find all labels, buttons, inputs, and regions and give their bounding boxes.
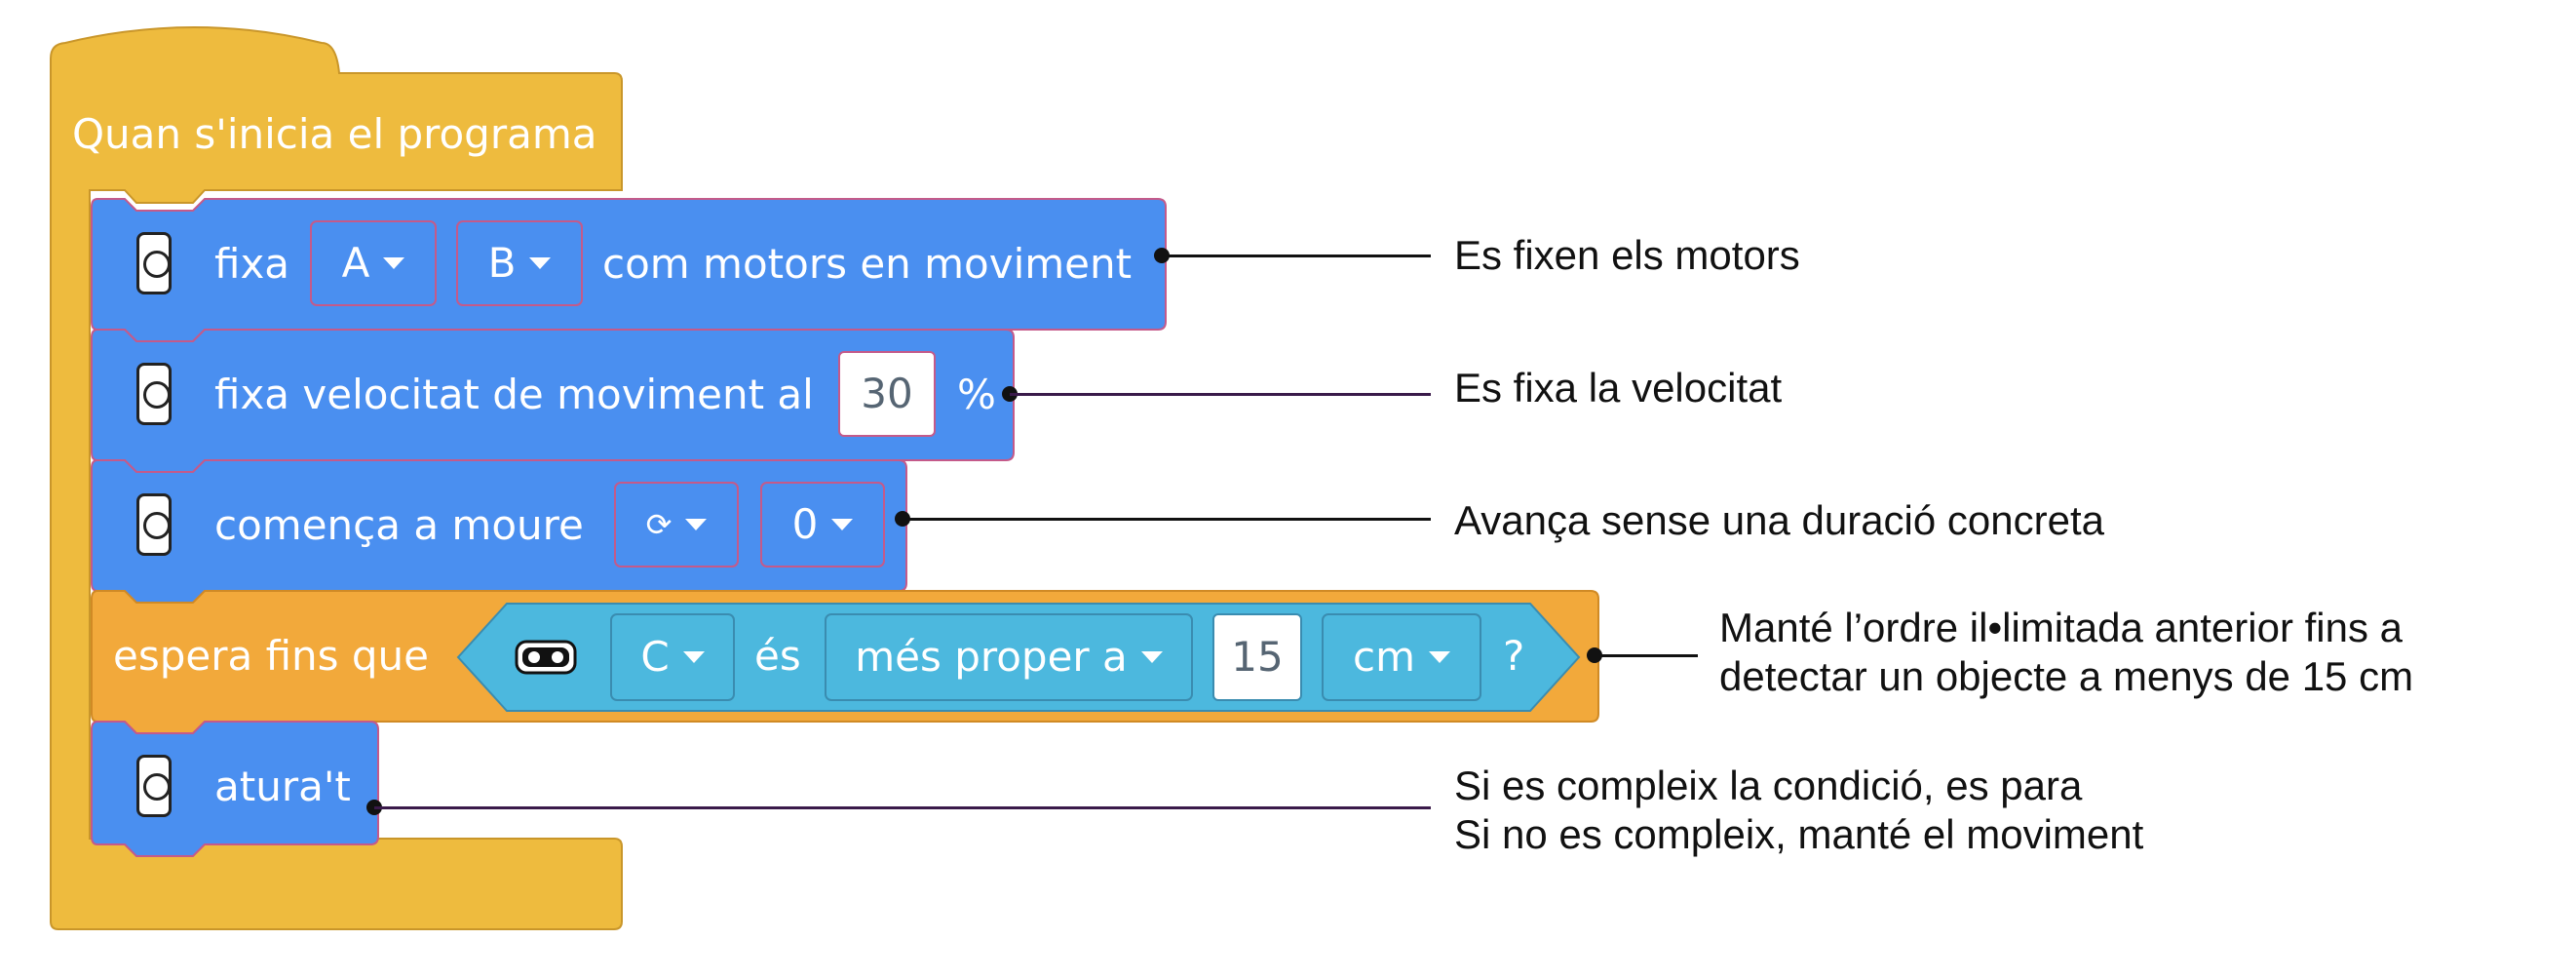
rotate-icon: ⟳ [645,506,673,543]
chevron-down-icon [685,519,708,530]
port-a-value: A [341,239,370,287]
hat-label: Quan s'inicia el programa [72,110,597,158]
unit-value: cm [1352,633,1415,681]
start-move-label: comença a moure [214,501,584,549]
leader-line [1595,654,1698,657]
chevron-down-icon [529,257,552,269]
chevron-down-icon [831,519,854,530]
annotation-set-speed: Es fixa la velocitat [1454,365,1783,411]
leader-line [374,806,1431,809]
comparison-dropdown[interactable]: més proper a [825,613,1193,701]
steering-dropdown[interactable]: 0 [760,482,885,568]
speed-unit: % [957,371,996,418]
port-b-value: B [487,239,517,287]
annotation-set-motors: Es fixen els motors [1454,232,1800,278]
move-hub-icon [136,232,172,294]
stop-label: atura't [214,763,351,810]
sensor-port-dropdown[interactable]: C [610,613,735,701]
leader-line [903,518,1431,521]
leader-line [1162,255,1431,257]
unit-dropdown[interactable]: cm [1322,613,1481,701]
port-a-dropdown[interactable]: A [310,220,437,306]
set-motors-label: fixa [214,240,290,288]
annotation-wait-line-2: detectar un objecte a menys de 15 cm [1719,653,2414,699]
diagram: Quan s'inicia el programa fixa A B com m… [0,0,2576,979]
annotation-stop-line-1: Si es compleix la condició, es para [1454,763,2083,808]
chevron-down-icon [1429,651,1450,663]
distance-input[interactable]: 15 [1212,613,1302,701]
annotation-start-move: Avança sense una duració concreta [1454,497,2104,543]
chevron-down-icon [1140,651,1163,663]
annotation-wait-line-1: Manté l’ordre il•limitada anterior fins … [1719,605,2403,650]
move-hub-icon [136,755,172,817]
set-speed-label: fixa velocitat de moviment al [214,371,814,418]
speed-input[interactable]: 30 [838,351,936,437]
chevron-down-icon [682,651,705,663]
move-hub-icon [136,493,172,556]
wait-verb: és [754,632,801,680]
direction-dropdown[interactable]: ⟳ [614,482,739,568]
leader-line [1010,393,1431,396]
set-motors-suffix: com motors en moviment [602,240,1133,288]
question-mark: ? [1503,632,1525,680]
port-b-dropdown[interactable]: B [456,220,583,306]
chevron-down-icon [383,257,405,269]
move-hub-icon [136,363,172,425]
wait-until-label: espera fins que [113,632,430,680]
sensor-port-value: C [640,633,670,681]
steering-value: 0 [791,500,819,548]
comparison-value: més proper a [855,633,1128,681]
annotation-stop-line-2: Si no es compleix, manté el moviment [1454,811,2144,857]
distance-sensor-icon [515,640,577,675]
